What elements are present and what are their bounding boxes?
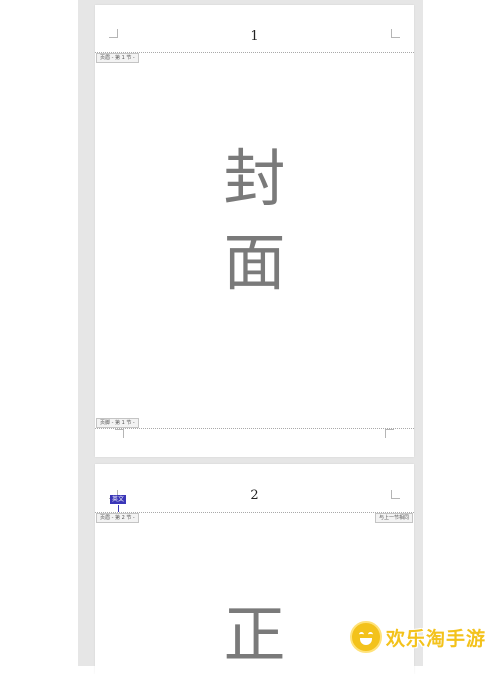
watermark-text: 欢乐淘手游 [386, 627, 487, 650]
cover-title-char-1[interactable]: 封 [95, 148, 414, 210]
document-page-1[interactable]: 1 页眉 - 第 1 节 - 封 面 页脚 - 第 1 节 - [95, 5, 414, 457]
footer-section-tag: 页脚 - 第 1 节 - [96, 418, 139, 428]
smiley-logo-icon [350, 621, 382, 653]
header-page-number[interactable]: 2 [95, 488, 414, 503]
header-section-tag: 页眉 - 第 1 节 - [96, 53, 139, 63]
link-to-previous-tag: 与上一节相同 [374, 513, 413, 523]
header-page-number[interactable]: 1 [95, 29, 414, 44]
footer-boundary-line [95, 428, 414, 429]
header-section-tag: 页眉 - 第 2 节 - [96, 513, 139, 523]
cover-title-char-2[interactable]: 面 [95, 232, 414, 294]
margin-corner-mark [385, 429, 394, 438]
site-watermark: 欢乐淘手游 [350, 620, 486, 654]
header-boundary-line [95, 512, 414, 513]
margin-corner-mark [115, 429, 124, 438]
cursor-stem [118, 505, 119, 512]
header-boundary-line [95, 52, 414, 53]
